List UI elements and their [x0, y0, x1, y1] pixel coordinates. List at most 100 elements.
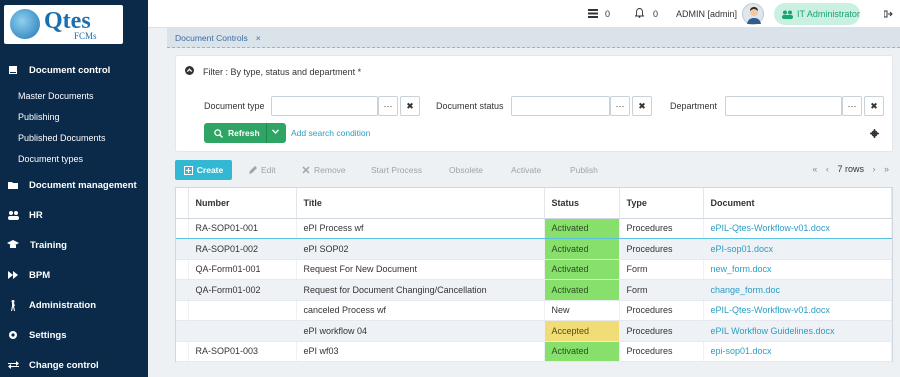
column-header-document[interactable]: Document — [703, 188, 892, 219]
row-selector[interactable] — [176, 279, 189, 301]
row-selector[interactable] — [176, 300, 189, 321]
table-row[interactable]: canceled Process wf New Procedures ePIL-… — [176, 300, 892, 321]
cell-number: QA-Form01-002 — [188, 279, 297, 301]
document-type-browse-button[interactable]: ··· — [378, 96, 398, 116]
column-header-number[interactable]: Number — [188, 188, 297, 219]
publish-button[interactable]: Publish — [570, 160, 598, 180]
tasks-icon[interactable] — [588, 9, 598, 18]
role-badge[interactable]: IT Administrator — [774, 3, 860, 25]
activate-button[interactable]: Activate — [511, 160, 541, 180]
last-page-icon[interactable]: » — [884, 164, 889, 174]
graduation-cap-icon — [7, 240, 19, 248]
fast-forward-icon — [8, 271, 18, 279]
sidebar-item-hr[interactable]: HR — [0, 208, 148, 222]
sidebar-item-bpm[interactable]: BPM — [0, 268, 148, 282]
first-page-icon[interactable]: « — [812, 164, 817, 174]
department-browse-button[interactable]: ··· — [842, 96, 862, 116]
tab-document-controls[interactable]: Document Controls × — [167, 28, 269, 48]
app-logo[interactable]: Qtes FCMs — [4, 5, 123, 44]
grid-toolbar: Create Edit Remove Start Process Obsolet… — [175, 160, 893, 180]
status-badge: Activated — [544, 217, 620, 239]
search-icon — [214, 128, 223, 138]
document-type-clear-button[interactable]: ✖ — [400, 96, 420, 116]
remove-button[interactable]: Remove — [302, 160, 346, 180]
notification-count: 0 — [653, 9, 659, 19]
department-input[interactable] — [725, 96, 842, 116]
table-row[interactable]: ePI workflow 04 Accepted Procedures ePIL… — [176, 320, 892, 342]
sidebar-item-document-management[interactable]: Document management — [0, 178, 148, 192]
row-selector[interactable] — [176, 259, 189, 280]
row-selector[interactable] — [176, 217, 189, 239]
documents-grid: Number Title Status Type Document RA-SOP… — [175, 187, 893, 362]
user-name[interactable]: ADMIN [admin] — [676, 9, 737, 19]
users-icon — [782, 10, 793, 19]
cell-type: Procedures — [619, 341, 704, 362]
close-icon[interactable]: × — [256, 33, 261, 43]
edit-button[interactable]: Edit — [248, 160, 276, 180]
next-page-icon[interactable]: › — [872, 164, 875, 174]
gear-icon[interactable] — [870, 129, 879, 138]
sidebar-subitem-master-documents[interactable]: Master Documents — [18, 91, 94, 101]
sidebar-item-label: HR — [29, 209, 43, 221]
document-status-label: Document status — [436, 101, 504, 111]
department-clear-button[interactable]: ✖ — [864, 96, 884, 116]
document-status-input[interactable] — [511, 96, 610, 116]
cell-title: ePI SOP02 — [296, 238, 545, 260]
sidebar-item-training[interactable]: Training — [0, 238, 148, 252]
pager: « ‹ 7 rows › » — [812, 164, 889, 174]
document-link[interactable]: ePI-sop01.docx — [703, 238, 892, 260]
exchange-icon — [8, 361, 19, 369]
sidebar-subitem-publishing[interactable]: Publishing — [18, 112, 60, 122]
sign-out-icon[interactable] — [884, 10, 893, 18]
table-row[interactable]: QA-Form01-001 Request For New Document A… — [176, 259, 892, 280]
row-selector[interactable] — [176, 238, 189, 260]
sidebar-item-label: Settings — [29, 329, 67, 341]
chevron-down-icon[interactable] — [272, 129, 279, 134]
cell-number — [188, 320, 297, 342]
table-row[interactable]: RA-SOP01-002 ePI SOP02 Activated Procedu… — [176, 238, 892, 260]
sidebar-item-label: Training — [30, 239, 67, 251]
column-header-status[interactable]: Status — [544, 188, 620, 219]
sidebar-subitem-document-types[interactable]: Document types — [18, 154, 83, 164]
sidebar-item-administration[interactable]: Administration — [0, 298, 148, 312]
document-status-clear-button[interactable]: ✖ — [632, 96, 652, 116]
document-status-browse-button[interactable]: ··· — [610, 96, 630, 116]
refresh-button[interactable]: Refresh — [204, 123, 286, 143]
sidebar-item-settings[interactable]: Settings — [0, 328, 148, 342]
gear-icon — [9, 331, 17, 339]
document-link[interactable]: ePIL-Qtes-Workflow-v01.docx — [703, 217, 892, 239]
tab-label: Document Controls — [175, 33, 248, 43]
sidebar-item-change-control[interactable]: Change control — [0, 358, 148, 372]
bell-icon[interactable] — [635, 8, 644, 18]
document-type-input[interactable] — [271, 96, 378, 116]
cell-title: ePI Process wf — [296, 217, 545, 239]
column-header-type[interactable]: Type — [619, 188, 704, 219]
cell-title: Request For New Document — [296, 259, 545, 280]
create-button[interactable]: Create — [175, 160, 232, 180]
document-link[interactable]: change_form.doc — [703, 279, 892, 301]
table-row[interactable]: QA-Form01-002 Request for Document Chang… — [176, 279, 892, 301]
obsolete-button[interactable]: Obsolete — [449, 160, 483, 180]
document-link[interactable]: ePIL Workflow Guidelines.docx — [703, 320, 892, 342]
collapse-icon[interactable] — [185, 66, 194, 75]
filter-panel: Filter : By type, status and department … — [175, 55, 893, 152]
document-link[interactable]: new_form.docx — [703, 259, 892, 280]
row-selector[interactable] — [176, 341, 189, 362]
add-search-condition-link[interactable]: Add search condition — [291, 128, 370, 138]
document-link[interactable]: ePIL-Qtes-Workflow-v01.docx — [703, 300, 892, 321]
prev-page-icon[interactable]: ‹ — [826, 164, 829, 174]
table-row[interactable]: RA-SOP01-003 ePI wf03 Activated Procedur… — [176, 341, 892, 362]
status-badge: Activated — [544, 259, 620, 280]
cell-title: Request for Document Changing/Cancellati… — [296, 279, 545, 301]
cell-type: Procedures — [619, 300, 704, 321]
start-process-button[interactable]: Start Process — [371, 160, 422, 180]
document-link[interactable]: epi-sop01.docx — [703, 341, 892, 362]
avatar[interactable] — [742, 3, 764, 25]
column-header-title[interactable]: Title — [296, 188, 545, 219]
table-row[interactable]: RA-SOP01-001 ePI Process wf Activated Pr… — [176, 217, 892, 239]
sidebar-item-document-control[interactable]: Document control — [0, 63, 148, 77]
cell-type: Procedures — [619, 238, 704, 260]
top-bar: 0 0 ADMIN [admin] IT Administrator — [148, 0, 900, 28]
sidebar-subitem-published-documents[interactable]: Published Documents — [18, 133, 106, 143]
row-selector[interactable] — [176, 320, 189, 342]
